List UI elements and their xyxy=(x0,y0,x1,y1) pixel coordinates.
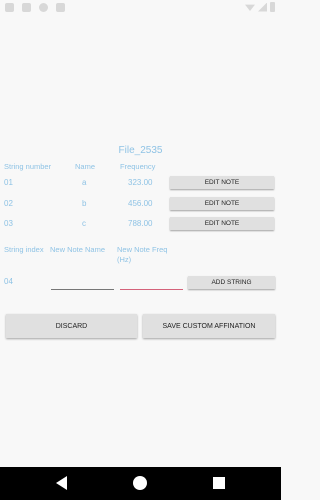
new-note-name-label: New Note Name xyxy=(50,245,106,254)
notification-icon xyxy=(5,3,14,12)
string-number: 02 xyxy=(4,199,13,208)
add-string-button[interactable]: ADD STRING xyxy=(188,276,275,289)
battery-icon xyxy=(270,2,275,12)
recent-apps-icon[interactable] xyxy=(213,477,225,489)
wifi-icon xyxy=(245,4,255,11)
new-string-index-label: String index xyxy=(4,245,44,254)
navigation-bar xyxy=(0,467,281,500)
notification-icon xyxy=(39,3,48,12)
edit-note-button[interactable]: EDIT NOTE xyxy=(170,217,274,230)
string-name: a xyxy=(82,178,87,187)
string-name: c xyxy=(82,219,86,228)
new-note-name-input[interactable] xyxy=(51,289,114,290)
string-frequency: 323.00 xyxy=(128,178,153,187)
file-title: File_2535 xyxy=(118,145,163,156)
string-number: 03 xyxy=(4,219,13,228)
string-frequency: 456.00 xyxy=(128,199,153,208)
string-frequency: 788.00 xyxy=(128,219,153,228)
string-name: b xyxy=(82,199,87,208)
new-note-freq-input[interactable] xyxy=(120,289,183,290)
notification-icon xyxy=(56,3,65,12)
signal-icon xyxy=(258,2,267,12)
back-icon[interactable] xyxy=(56,476,67,490)
new-string-index: 04 xyxy=(4,277,13,286)
save-custom-affination-button[interactable]: SAVE CUSTOM AFFINATION xyxy=(143,314,275,338)
status-indicators xyxy=(245,2,275,12)
header-frequency: Frequency xyxy=(120,162,156,171)
string-number: 01 xyxy=(4,178,13,187)
new-note-freq-label: New Note Freq (Hz) xyxy=(117,245,168,264)
header-string-number: String number xyxy=(4,162,52,171)
edit-note-button[interactable]: EDIT NOTE xyxy=(170,197,274,210)
header-name: Name xyxy=(75,162,96,171)
discard-button[interactable]: DISCARD xyxy=(6,314,137,338)
home-icon[interactable] xyxy=(133,476,147,490)
edit-note-button[interactable]: EDIT NOTE xyxy=(170,176,274,189)
status-bar xyxy=(0,0,281,16)
notification-icon xyxy=(22,3,31,12)
